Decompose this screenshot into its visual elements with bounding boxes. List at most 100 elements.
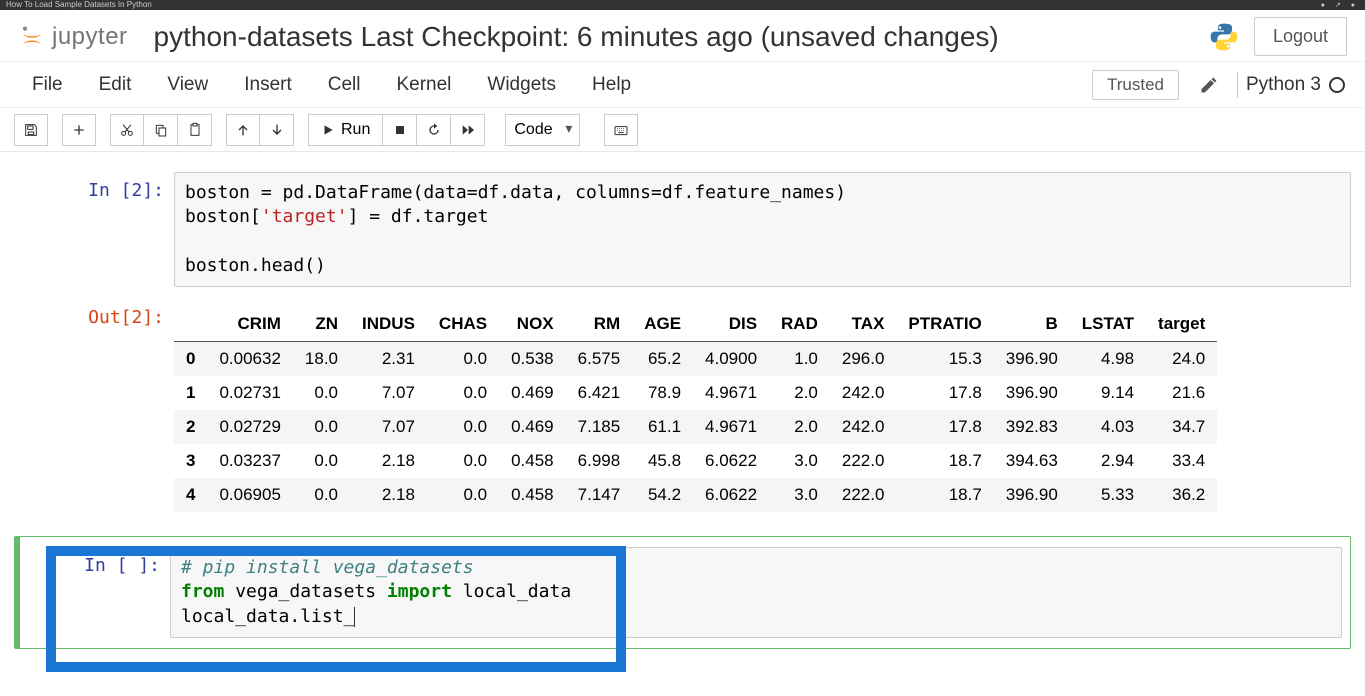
logout-button[interactable]: Logout xyxy=(1254,17,1347,56)
table-cell: 396.90 xyxy=(994,478,1070,512)
jupyter-logo[interactable]: jupyter xyxy=(18,23,128,51)
table-cell: 17.8 xyxy=(896,376,993,410)
table-cell: 36.2 xyxy=(1146,478,1217,512)
table-cell: 78.9 xyxy=(632,376,693,410)
in-prompt-active: In [ ]: xyxy=(24,547,170,638)
table-cell: 2.18 xyxy=(350,478,427,512)
table-cell: 394.63 xyxy=(994,444,1070,478)
table-row: 30.032370.02.180.00.4586.99845.86.06223.… xyxy=(174,444,1217,478)
table-cell: 0.0 xyxy=(427,444,499,478)
play-icon xyxy=(321,123,335,137)
browser-tab-bar: How To Load Sample Datasets In Python ● … xyxy=(0,0,1365,10)
out-prompt-2: Out[2]: xyxy=(14,299,174,512)
table-cell: 0.458 xyxy=(499,444,566,478)
table-cell: 18.0 xyxy=(293,342,350,377)
cell-type-select[interactable]: Code xyxy=(505,114,580,146)
table-header: CRIM xyxy=(207,307,292,342)
save-button[interactable] xyxy=(14,114,48,146)
table-header: CHAS xyxy=(427,307,499,342)
table-cell: 392.83 xyxy=(994,410,1070,444)
table-cell: 6.575 xyxy=(566,342,633,377)
table-cell: 3.0 xyxy=(769,444,830,478)
table-cell: 0.0 xyxy=(427,478,499,512)
table-cell: 0.03237 xyxy=(207,444,292,478)
table-cell: 7.147 xyxy=(566,478,633,512)
move-up-button[interactable] xyxy=(226,114,260,146)
table-cell: 7.07 xyxy=(350,376,427,410)
table-cell: 0.0 xyxy=(427,410,499,444)
browser-window-controls[interactable]: ● ↗ ● xyxy=(1321,1,1359,9)
run-group: Run xyxy=(308,114,485,146)
table-header: B xyxy=(994,307,1070,342)
table-row: 40.069050.02.180.00.4587.14754.26.06223.… xyxy=(174,478,1217,512)
move-down-button[interactable] xyxy=(260,114,294,146)
table-cell: 21.6 xyxy=(1146,376,1217,410)
code-input-2[interactable]: boston = pd.DataFrame(data=df.data, colu… xyxy=(174,172,1351,287)
paste-button[interactable] xyxy=(178,114,212,146)
cut-icon xyxy=(119,122,135,138)
divider xyxy=(1237,72,1238,98)
table-cell: 17.8 xyxy=(896,410,993,444)
table-header: AGE xyxy=(632,307,693,342)
cut-button[interactable] xyxy=(110,114,144,146)
menu-file[interactable]: File xyxy=(14,64,81,106)
move-group xyxy=(226,114,294,146)
table-cell: 0.00632 xyxy=(207,342,292,377)
table-cell: 0.469 xyxy=(499,410,566,444)
table-header: TAX xyxy=(830,307,897,342)
table-cell: 18.7 xyxy=(896,444,993,478)
code-cell-2[interactable]: In [2]: boston = pd.DataFrame(data=df.da… xyxy=(14,172,1351,287)
menu-insert[interactable]: Insert xyxy=(226,64,310,106)
copy-icon xyxy=(153,122,169,138)
table-cell: 2.94 xyxy=(1070,444,1146,478)
table-cell: 0.02729 xyxy=(207,410,292,444)
stop-icon xyxy=(392,122,408,138)
notebook-area[interactable]: In [2]: boston = pd.DataFrame(data=df.da… xyxy=(0,152,1365,696)
table-cell: 6.0622 xyxy=(693,444,769,478)
save-icon xyxy=(23,122,39,138)
table-cell: 4.03 xyxy=(1070,410,1146,444)
copy-button[interactable] xyxy=(144,114,178,146)
menu-cell[interactable]: Cell xyxy=(310,64,379,106)
add-cell-button[interactable] xyxy=(62,114,96,146)
menu-widgets[interactable]: Widgets xyxy=(469,64,574,106)
table-cell: 65.2 xyxy=(632,342,693,377)
code-input-active[interactable]: # pip install vega_datasets from vega_da… xyxy=(170,547,1342,638)
table-cell: 6.998 xyxy=(566,444,633,478)
table-cell: 0.469 xyxy=(499,376,566,410)
table-cell: 6.0622 xyxy=(693,478,769,512)
notebook-title[interactable]: python-datasets Last Checkpoint: 6 minut… xyxy=(154,21,1208,53)
table-cell: 54.2 xyxy=(632,478,693,512)
notebook-header: jupyter python-datasets Last Checkpoint:… xyxy=(0,10,1365,62)
row-index: 3 xyxy=(174,444,207,478)
menubar: File Edit View Insert Cell Kernel Widget… xyxy=(0,62,1365,108)
table-cell: 4.0900 xyxy=(693,342,769,377)
menu-help[interactable]: Help xyxy=(574,64,649,106)
menu-kernel[interactable]: Kernel xyxy=(378,64,469,106)
restart-icon xyxy=(426,122,442,138)
fast-forward-button[interactable] xyxy=(451,114,485,146)
stop-button[interactable] xyxy=(383,114,417,146)
menu-edit[interactable]: Edit xyxy=(81,64,150,106)
table-cell: 34.7 xyxy=(1146,410,1217,444)
table-header: RM xyxy=(566,307,633,342)
active-cell[interactable]: In [ ]: # pip install vega_datasets from… xyxy=(14,536,1351,649)
menu-view[interactable]: View xyxy=(149,64,226,106)
table-cell: 0.02731 xyxy=(207,376,292,410)
cut-copy-paste-group xyxy=(110,114,212,146)
arrow-up-icon xyxy=(235,122,251,138)
table-cell: 242.0 xyxy=(830,410,897,444)
python-logo-icon xyxy=(1208,21,1240,53)
run-button[interactable]: Run xyxy=(308,114,383,146)
toolbar: Run Code xyxy=(0,108,1365,152)
restart-button[interactable] xyxy=(417,114,451,146)
table-header: PTRATIO xyxy=(896,307,993,342)
trusted-button[interactable]: Trusted xyxy=(1092,70,1179,100)
plus-icon xyxy=(71,122,87,138)
output-content-2: CRIMZNINDUSCHASNOXRMAGEDISRADTAXPTRATIOB… xyxy=(174,299,1351,512)
kernel-indicator-icon[interactable] xyxy=(1329,77,1345,93)
edit-icon[interactable] xyxy=(1199,75,1219,95)
kernel-name[interactable]: Python 3 xyxy=(1246,74,1321,96)
table-cell: 296.0 xyxy=(830,342,897,377)
command-palette-button[interactable] xyxy=(604,114,638,146)
